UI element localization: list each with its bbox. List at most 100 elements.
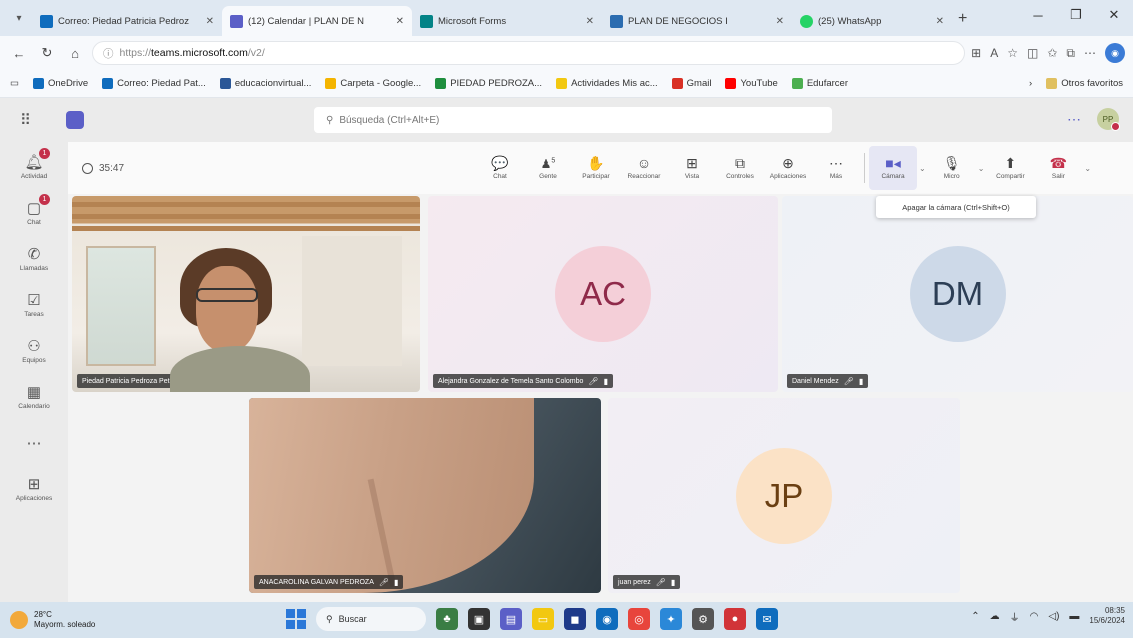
react-button[interactable]: ☺ Reaccionar [620,146,668,190]
file-explorer-icon[interactable]: ▭ [532,608,554,630]
battery-icon[interactable]: ▬ [1069,611,1079,622]
controls-button[interactable]: ⧉ Controles [716,146,764,190]
app-available-icon[interactable]: ⊞ [971,46,981,60]
chevron-up-icon[interactable]: ⌃ [971,611,979,622]
settings-gear-icon[interactable]: ⚙ [692,608,714,630]
mic-on-icon: 🎤︎ [378,577,390,587]
rail-item-equipos[interactable]: ⚇ Equipos [3,328,65,374]
leave-button[interactable]: ☎ Salir [1034,146,1082,190]
more-icon[interactable]: ⋯ [1084,46,1096,60]
rail-item-chat[interactable]: ▢ 1 Chat [3,190,65,236]
people-button[interactable]: ♟5 Gente [524,146,572,190]
browser-tab-whatsapp[interactable]: (25) WhatsApp ✕ [792,6,952,36]
avatar-initials: DM [931,275,984,312]
bookmark-other-favorites[interactable]: Otros favoritos [1046,78,1123,89]
tab-groups-icon[interactable]: ▭ [10,78,19,89]
bookmark-gmail[interactable]: Gmail [671,78,711,89]
close-tab-icon[interactable]: ✕ [396,16,404,27]
usb-icon[interactable]: ⏚ [1010,609,1020,624]
home-icon[interactable]: ⌂ [64,42,86,64]
windows-start-icon[interactable] [286,609,306,629]
widgets-icon[interactable]: ♣ [436,608,458,630]
rail-item-tareas[interactable]: ☑ Tareas [3,282,65,328]
app-icon[interactable]: ● [724,608,746,630]
favorite-star-icon[interactable]: ☆ [1007,46,1018,60]
edge-icon[interactable]: ◉ [596,608,618,630]
rail-item-actividad[interactable]: 🔔︎ 1 Actividad [3,144,65,190]
teams-chat-icon[interactable]: ▤ [500,608,522,630]
restore-icon[interactable]: ❐ [1057,0,1095,30]
rail-item-more[interactable]: ⋯ [3,420,65,466]
copilot-icon[interactable]: ◉ [1105,43,1125,63]
weather-widget[interactable]: 28°C Mayorm. soleado [10,610,95,629]
url-field[interactable]: ⓘ https://teams.microsoft.com/v2/ [92,41,966,65]
bookmark-educacion[interactable]: educacionvirtual... [219,78,311,89]
store-icon[interactable]: ◼ [564,608,586,630]
close-window-icon[interactable]: ✕ [1095,0,1133,30]
browser-tab-forms[interactable]: Microsoft Forms ✕ [412,6,602,36]
close-tab-icon[interactable]: ✕ [586,16,594,27]
volume-icon[interactable]: ◁) [1048,611,1059,622]
participant-tile-avatar[interactable]: DM Daniel Mendez 🎤︎ ▮ [782,196,1133,392]
rail-item-aplicaciones[interactable]: ⊞ Aplicaciones [3,466,65,512]
bookmark-youtube[interactable]: YouTube [725,78,778,89]
outlook-icon[interactable]: ✉ [756,608,778,630]
refresh-icon[interactable]: ↻ [36,42,58,64]
bookmark-drive[interactable]: Carpeta - Google... [325,78,421,89]
clock[interactable]: 08:35 15/6/2024 [1089,606,1125,627]
share-button[interactable]: ⬆ Compartir [986,146,1034,190]
bookmark-edufarcer[interactable]: Edufarcer [791,78,848,89]
camera-options-chevron-icon[interactable]: ⌄ [919,164,926,173]
split-screen-icon[interactable]: ◫ [1027,46,1038,60]
apps-button[interactable]: ⊕ Aplicaciones [764,146,812,190]
wifi-icon[interactable]: ◠ [1030,611,1039,622]
onedrive-cloud-icon[interactable]: ☁ [990,611,1000,622]
view-button[interactable]: ⊞ Vista [668,146,716,190]
rail-item-llamadas[interactable]: ✆ Llamadas [3,236,65,282]
chrome-icon[interactable]: ◎ [628,608,650,630]
bookmark-piedad[interactable]: PIEDAD PEDROZA... [435,78,542,89]
more-button[interactable]: ⋯ Más [812,146,860,190]
app-rail: 🔔︎ 1 Actividad ▢ 1 Chat ✆ Llamadas ☑ Tar… [0,142,68,602]
meeting-stage: 35:47 💬 Chat ♟5 Gente ✋ Participar ☺ Reaccio… [68,142,1133,602]
add-app-icon: ⊕ [782,155,794,171]
user-avatar[interactable]: PP [1097,108,1120,131]
app-icon[interactable]: ✦ [660,608,682,630]
browser-tab-calendar[interactable]: (12) Calendar | PLAN DE N ✕ [222,6,412,36]
info-icon[interactable]: ⓘ [103,46,114,61]
bookmark-onedrive[interactable]: OneDrive [32,78,88,89]
tab-actions-icon[interactable]: ▾ [6,5,32,31]
bookmark-correo[interactable]: Correo: Piedad Pat... [102,78,206,89]
participant-tile-video[interactable]: ANACAROLINA GALVAN PEDROZA 🎤︎ ▮ [249,398,601,593]
chevron-right-icon[interactable]: › [1029,78,1032,89]
read-aloud-icon[interactable]: A [990,46,998,60]
participant-tile-avatar[interactable]: AC Alejandra Gonzalez de Temela Santo Co… [428,196,778,392]
close-tab-icon[interactable]: ✕ [776,16,784,27]
camera-button[interactable]: ■◂ Cámara [869,146,917,190]
search-input[interactable]: ⚲ Búsqueda (Ctrl+Alt+E) [314,107,832,133]
leave-options-chevron-icon[interactable]: ⌄ [1084,164,1091,173]
task-view-icon[interactable]: ▣ [468,608,490,630]
search-label: Buscar [338,614,367,624]
mic-button[interactable]: 🎙︎ Micro [928,146,976,190]
rail-item-calendario[interactable]: ▦ Calendario [3,374,65,420]
taskbar-search[interactable]: ⚲ Buscar [316,607,426,631]
chat-button[interactable]: 💬 Chat [476,146,524,190]
mic-options-chevron-icon[interactable]: ⌄ [978,164,985,173]
extensions-icon[interactable]: ⧉ [1066,46,1075,61]
new-tab-icon[interactable]: + [958,10,967,28]
participant-tile-video[interactable]: Piedad Patricia Pedroza Petro [72,196,420,392]
close-tab-icon[interactable]: ✕ [936,16,944,27]
raise-hand-button[interactable]: ✋ Participar [572,146,620,190]
favorites-icon[interactable]: ✩ [1047,46,1057,60]
app-launcher-icon[interactable]: ⠿ [20,111,50,129]
browser-tab-plan[interactable]: PLAN DE NEGOCIOS I ✕ [602,6,792,36]
minimize-icon[interactable]: ─ [1019,0,1057,30]
participant-tile-avatar[interactable]: JP juan perez 🎤︎ ▮ [608,398,960,593]
bookmark-actividades[interactable]: Actividades Mis ac... [556,78,658,89]
more-options-icon[interactable]: ⋯ [1067,111,1081,128]
browser-tab-outlook[interactable]: Correo: Piedad Patricia Pedroz ✕ [32,6,222,36]
hand-icon: ✋ [587,155,605,171]
back-icon[interactable]: ← [8,42,30,64]
close-tab-icon[interactable]: ✕ [206,16,214,27]
